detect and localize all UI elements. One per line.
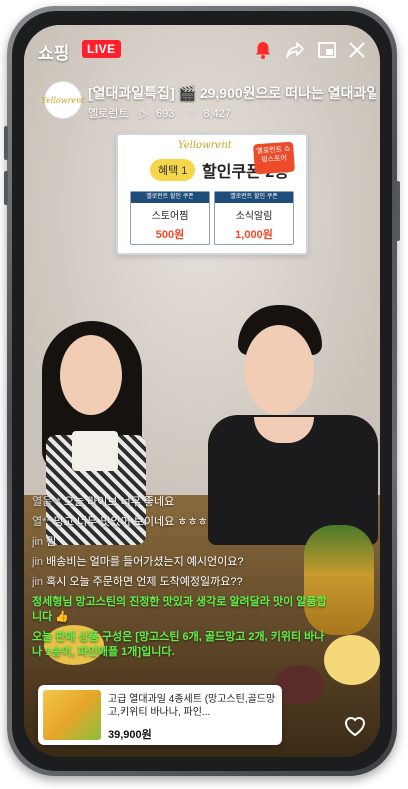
heart-icon[interactable] bbox=[342, 713, 368, 739]
coupon-item-name: 소식알림 bbox=[235, 211, 273, 222]
coupon-item-news-alert[interactable]: 옐로런트 할인 쿠폰 소식알림 1,000원 bbox=[214, 191, 294, 245]
chat-text: 배송비는 얼마를 들어가셨는지 예시언이요? bbox=[46, 556, 244, 568]
bell-icon[interactable] bbox=[252, 39, 274, 61]
product-price: 39,900원 bbox=[108, 729, 152, 741]
shopping-brand[interactable]: 쇼핑 bbox=[38, 39, 69, 64]
coupon-benefit-badge: 혜택 1 bbox=[150, 159, 196, 181]
chat-list: 열음** 오늘 라이브 너무 좋네요 열** 망고 너무 맛있어 보이네요 ㅎㅎ… bbox=[32, 495, 332, 665]
coupon-item-label: 옐로런트 할인 쿠폰 bbox=[215, 192, 293, 203]
live-badge: LIVE bbox=[82, 40, 121, 58]
volume-down-button bbox=[4, 171, 8, 205]
pip-icon[interactable] bbox=[316, 39, 338, 61]
like-count-icon: ♡ bbox=[185, 108, 196, 120]
phone-frame: 쇼핑 LIVE Yellowrent [열대과일특집] 🎬 29,900원으로 … bbox=[4, 6, 400, 776]
chat-text: 혹시 오늘 주문하면 언제 도착예정일까요?? bbox=[46, 576, 243, 588]
phone-bezel: 쇼핑 LIVE Yellowrent [열대과일특집] 🎬 29,900원으로 … bbox=[12, 11, 392, 771]
play-count-icon: ▷ bbox=[139, 108, 149, 120]
coupon-item-price: 500원 bbox=[155, 229, 185, 241]
coupon-logo: Yellowrent bbox=[178, 140, 232, 151]
power-button bbox=[396, 181, 400, 241]
channel-logo[interactable]: Yellowrent bbox=[41, 81, 85, 119]
volume-up-button bbox=[4, 126, 8, 160]
chat-user: jin bbox=[32, 536, 44, 548]
share-icon[interactable] bbox=[284, 39, 306, 61]
coupon-card[interactable]: Yellowrent 혜택 1 할인쿠폰 2종 옐로런트 쇼핑스토어 옐로런트 … bbox=[116, 133, 308, 255]
channel-meta: 옐로런트 ▷ 693 ♡ 8,427 bbox=[88, 105, 239, 121]
coupon-item-store-favorite[interactable]: 옐로런트 할인 쿠폰 스토어찜 500원 bbox=[130, 191, 210, 245]
chat-text: 뭔 bbox=[46, 536, 57, 548]
chat-user: 열음** bbox=[32, 496, 61, 508]
chat-user: jin bbox=[32, 556, 44, 568]
chat-notice: 오늘 판매 상품 구성은 [망고스틴 6개, 골드망고 2개, 키위티 바나나 … bbox=[32, 631, 325, 658]
fruit-slices-image bbox=[324, 635, 380, 685]
live-stream-screen[interactable]: 쇼핑 LIVE Yellowrent [열대과일특집] 🎬 29,900원으로 … bbox=[24, 25, 380, 757]
coupon-item-price: 1,000원 bbox=[235, 229, 273, 241]
product-name[interactable]: 고급 열대과일 4종세트 (망고스틴,골드망고,키위티 바나나, 파인... bbox=[108, 693, 276, 719]
chat-message: jin 뭔 bbox=[32, 535, 332, 550]
chat-user: 열** bbox=[32, 516, 51, 528]
play-count: 693 bbox=[156, 108, 175, 120]
chat-message: 열음** 오늘 라이브 너무 좋네요 bbox=[32, 495, 332, 510]
like-count: 8,427 bbox=[203, 108, 231, 120]
channel-name[interactable]: 옐로런트 bbox=[88, 108, 128, 120]
close-icon[interactable] bbox=[346, 39, 368, 61]
chat-user: jin bbox=[32, 576, 44, 588]
chat-notice: 정세형님 망고스틴의 진정한 맛있과 생각로 알려달라 맛이 알품합니다 👍 bbox=[32, 596, 327, 623]
coupon-item-label: 옐로런트 할인 쿠폰 bbox=[131, 192, 209, 203]
chat-message: 열** 망고 너무 맛있어 보이네요 ㅎㅎㅎ bbox=[32, 515, 332, 530]
coupon-store-tag: 옐로런트 쇼핑스토어 bbox=[253, 141, 295, 175]
coupon-item-name: 스토어찜 bbox=[151, 211, 189, 222]
chat-text: 오늘 라이브 너무 좋네요 bbox=[63, 496, 175, 508]
product-thumbnail[interactable] bbox=[43, 690, 101, 740]
chat-text: 망고 너무 맛있어 보이네요 ㅎㅎㅎ bbox=[53, 516, 208, 528]
live-title: [열대과일특집] 🎬 29,900원으로 떠나는 열대과일 여행 bbox=[88, 85, 376, 101]
top-bar: 쇼핑 LIVE bbox=[24, 25, 380, 71]
chat-message: jin 혹시 오늘 주문하면 언제 도착예정일까요?? bbox=[32, 575, 332, 590]
chat-message: jin 배송비는 얼마를 들어가셨는지 예시언이요? bbox=[32, 555, 332, 570]
product-card[interactable]: 고급 열대과일 4종세트 (망고스틴,골드망고,키위티 바나나, 파인... 3… bbox=[38, 685, 282, 745]
